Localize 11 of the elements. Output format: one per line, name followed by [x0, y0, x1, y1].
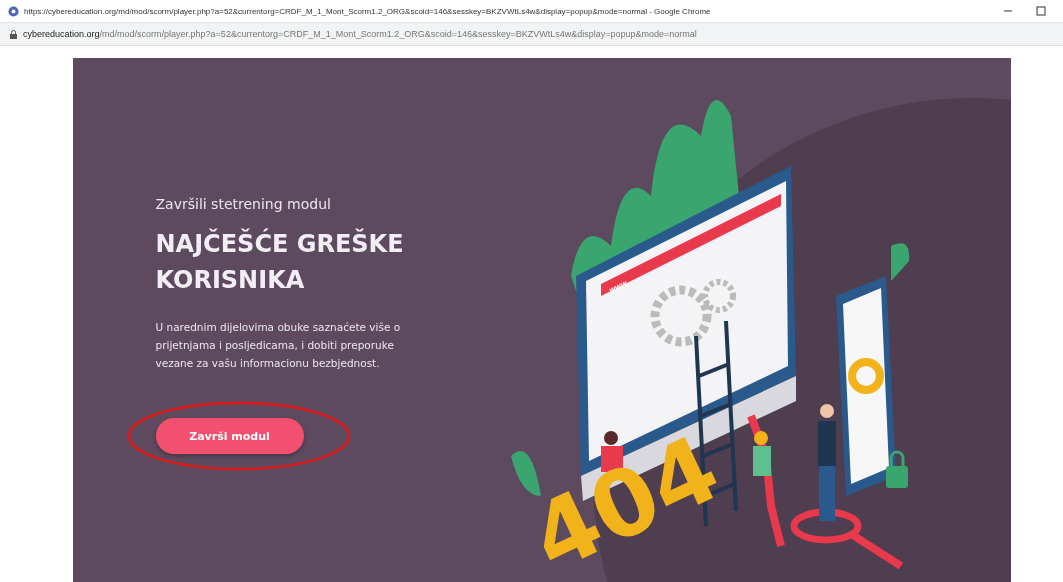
- bar-text: www: [607, 278, 629, 295]
- sign-text: 404: [515, 414, 735, 576]
- address-bar[interactable]: cybereducation.org/md/mod/scorm/player.php?a=52&currentorg=CRDF_M_1_Mont_Scorm1.2_ORG&scoid=146&sesskey=BKZVWtLs4w&display=popup&mode=normal: [0, 23, 1063, 46]
- heading: NAJČEŠĆE GREŠKE KORISNIKA: [155, 227, 405, 296]
- url-text: cybereducation.org/md/mod/scorm/player.php?a=52&currentorg=CRDF_M_1_Mont_Scorm1.2_ORG&scoid=146&sesskey=BKZVWtLs4w&display=popup&mode=normal: [23, 29, 697, 39]
- lock-icon: [10, 29, 17, 39]
- window-title: https://cybereducation.org/md/mod/scorm/player.php?a=52&currentorg=CRDF_M_1_Mont_Scorm1.2_ORG&scoid=146&sesskey=BKZVWtLs4w&display=popup&mode=normal - Google Chrome: [24, 6, 712, 16]
- subtitle: Završili stetrening modul: [155, 196, 332, 212]
- browser-icon: [8, 5, 19, 17]
- maximize-icon: [1036, 6, 1046, 16]
- description-text: U narednim dijelovima obuke saznaćete više o prijetnjama i posljedicama, i dobiti preporuke vezane za vašu informacionu bezbjednost.: [155, 320, 402, 371]
